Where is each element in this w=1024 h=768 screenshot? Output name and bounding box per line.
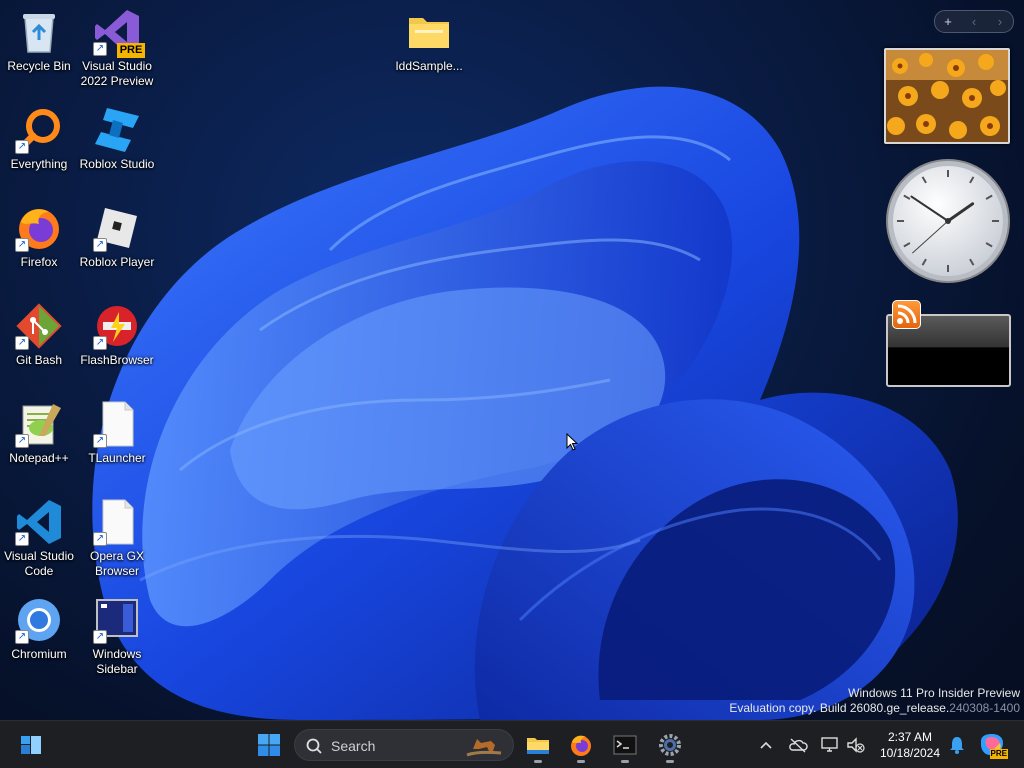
desktop-icon-roblox-studio[interactable]: Roblox Studio: [78, 106, 156, 172]
clock-time: 2:37 AM: [887, 730, 933, 744]
roblox-studio-icon: [93, 106, 141, 154]
search-icon: [306, 738, 322, 754]
desktop-icon-git-bash[interactable]: ↗ Git Bash: [0, 302, 78, 368]
chevron-up-icon[interactable]: [758, 735, 774, 755]
shortcut-arrow-icon: ↗: [15, 434, 29, 448]
running-indicator: [534, 760, 542, 763]
add-gadget-button[interactable]: +: [938, 14, 958, 29]
flowers-photo: [886, 50, 1008, 142]
widgets-icon: [21, 736, 41, 754]
taskbar-clock[interactable]: 2:37 AM 10/18/2024: [868, 729, 952, 761]
firefox-icon: ↗: [15, 204, 63, 252]
taskbar-search-box[interactable]: Search: [294, 729, 514, 761]
blank-file-icon: ↗: [93, 400, 141, 448]
vscode-icon: ↗: [15, 498, 63, 546]
desktop-icon-flash-browser[interactable]: ↗ FlashBrowser: [78, 302, 156, 368]
desktop-icon-roblox-player[interactable]: ↗ Roblox Player: [78, 204, 156, 270]
desktop-icon-vscode[interactable]: ↗ Visual Studio Code: [0, 498, 78, 579]
desktop-icon-firefox[interactable]: ↗ Firefox: [0, 204, 78, 270]
desktop-icon-everything[interactable]: ↗ Everything: [0, 106, 78, 172]
shortcut-arrow-icon: ↗: [15, 238, 29, 252]
mouse-pointer-icon: [566, 433, 578, 451]
copilot-preview-badge: PRE: [989, 749, 1008, 759]
firefox-icon: [571, 735, 591, 756]
volume-muted-icon[interactable]: [846, 735, 866, 755]
network-icon[interactable]: [820, 735, 840, 755]
desktop-icon-opera-gx[interactable]: ↗ Opera GX Browser: [78, 498, 156, 579]
terminal-icon: [613, 735, 637, 755]
shortcut-arrow-icon: ↗: [93, 42, 107, 56]
shortcut-arrow-icon: ↗: [93, 630, 107, 644]
roblox-player-icon: ↗: [93, 204, 141, 252]
evaluation-watermark: Windows 11 Pro Insider Preview Evaluatio…: [729, 686, 1020, 716]
shortcut-arrow-icon: ↗: [93, 532, 107, 546]
git-bash-icon: ↗: [15, 302, 63, 350]
search-highlight-icon: [466, 739, 502, 757]
watermark-build-date: 240308-1400: [949, 701, 1020, 715]
shortcut-arrow-icon: ↗: [93, 434, 107, 448]
widgets-button[interactable]: [11, 725, 51, 765]
windows-sidebar-icon: ↗: [93, 596, 141, 644]
search-placeholder: Search: [331, 738, 376, 754]
running-indicator: [666, 760, 674, 763]
preview-badge: PRE: [117, 43, 145, 58]
watermark-edition: Windows 11 Pro Insider Preview: [848, 686, 1020, 700]
notepad-plus-plus-icon: ↗: [15, 400, 63, 448]
shortcut-arrow-icon: ↗: [15, 630, 29, 644]
desktop-icon-iddsample-folder[interactable]: IddSample...: [390, 8, 468, 74]
everything-search-icon: ↗: [15, 106, 63, 154]
flash-browser-icon: ↗: [93, 302, 141, 350]
shortcut-arrow-icon: ↗: [15, 532, 29, 546]
start-button[interactable]: [249, 725, 289, 765]
blank-file-icon: ↗: [93, 498, 141, 546]
taskbar-settings[interactable]: [650, 725, 690, 765]
start-icon: [258, 734, 280, 756]
previous-page-button[interactable]: ‹: [964, 14, 984, 29]
running-indicator: [621, 760, 629, 763]
file-explorer-icon: [527, 738, 549, 754]
running-indicator: [577, 760, 585, 763]
rss-feed-icon: [892, 300, 921, 329]
next-page-button[interactable]: ›: [990, 14, 1010, 29]
slideshow-gadget[interactable]: [884, 48, 1010, 144]
copilot-button[interactable]: PRE: [978, 731, 1008, 759]
desktop-icon-notepad-plus-plus[interactable]: ↗ Notepad++: [0, 400, 78, 466]
taskbar-firefox[interactable]: [561, 725, 601, 765]
shortcut-arrow-icon: ↗: [93, 336, 107, 350]
shortcut-arrow-icon: ↗: [15, 336, 29, 350]
clock-date: 10/18/2024: [879, 746, 941, 760]
desktop-icon-visual-studio-preview[interactable]: PRE ↗ Visual Studio 2022 Preview: [78, 8, 156, 89]
gadget-toolbar: + ‹ ›: [934, 10, 1014, 33]
desktop-icon-tlauncher[interactable]: ↗ TLauncher: [78, 400, 156, 466]
analog-clock-gadget[interactable]: [885, 158, 1011, 284]
folder-icon: [405, 8, 453, 56]
taskbar-file-explorer[interactable]: [518, 725, 558, 765]
taskbar: Search 2:37 AM 10/18/2024 PRE: [0, 720, 1024, 768]
desktop-icon-windows-sidebar[interactable]: ↗ Windows Sidebar: [78, 596, 156, 677]
taskbar-terminal[interactable]: [605, 725, 645, 765]
shortcut-arrow-icon: ↗: [15, 140, 29, 154]
onedrive-icon[interactable]: [788, 735, 808, 755]
notification-bell-icon[interactable]: [948, 735, 966, 755]
watermark-build: Evaluation copy. Build 26080.ge_release.: [729, 701, 950, 715]
desktop-icon-recycle-bin[interactable]: Recycle Bin: [0, 8, 78, 74]
desktop-icon-chromium[interactable]: ↗ Chromium: [0, 596, 78, 662]
shortcut-arrow-icon: ↗: [93, 238, 107, 252]
visual-studio-preview-icon: PRE ↗: [93, 8, 145, 58]
chromium-icon: ↗: [15, 596, 63, 644]
recycle-bin-icon: [15, 8, 63, 56]
settings-icon: [659, 734, 681, 756]
